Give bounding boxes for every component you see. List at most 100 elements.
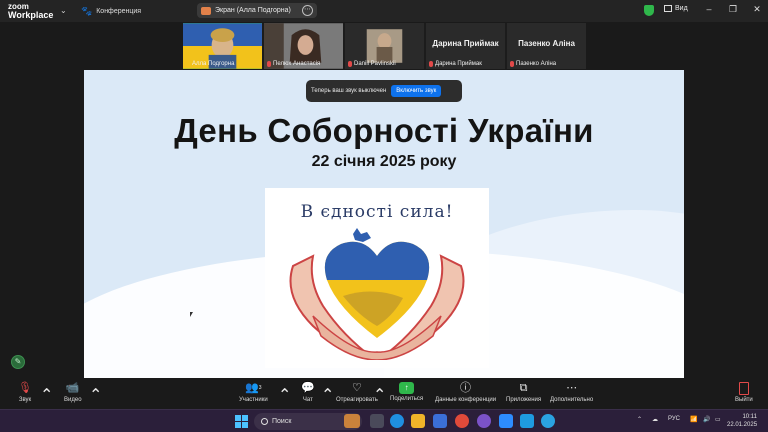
mute-notification: Теперь ваш звук выключен Включить звук <box>306 80 462 102</box>
more-button[interactable]: ⋯ Дополнительно <box>550 381 593 403</box>
search-icon <box>261 418 268 425</box>
volume-icon[interactable]: 🔊 <box>703 416 710 423</box>
participant-tile[interactable]: Пелюх Анастасія <box>264 23 343 69</box>
mouse-cursor-icon <box>190 312 193 317</box>
participant-name: Алла Подгорна <box>186 61 234 67</box>
unmute-button[interactable]: Включить звук <box>391 85 442 97</box>
chevron-up-icon[interactable]: ⌃ <box>373 385 386 405</box>
system-clock[interactable]: 10:11 22.01.2025 <box>727 413 757 429</box>
shared-screen: День Соборності України 22 січня 2025 ро… <box>84 70 684 378</box>
participant-tile[interactable]: Алла Подгорна <box>183 23 262 69</box>
clock-date: 22.01.2025 <box>727 422 758 428</box>
windows-start-icon[interactable] <box>234 414 248 428</box>
react-button[interactable]: ♡ Отреагировать <box>336 381 378 403</box>
app-icon[interactable] <box>520 414 534 428</box>
participant-tile[interactable]: Пазенко Аліна Пазенко Аліна <box>507 23 586 69</box>
apps-button[interactable]: ⧉ Приложения <box>506 381 541 403</box>
chat-button[interactable]: 💬 Чат <box>301 381 315 403</box>
leave-label: Выйти <box>735 397 753 403</box>
mic-muted-icon <box>186 61 190 67</box>
mic-muted-icon <box>510 61 514 67</box>
chevron-up-icon[interactable]: ⌃ <box>89 385 102 405</box>
maximize-icon[interactable]: ❐ <box>726 4 740 15</box>
participant-tile[interactable]: Daniil Pavlinskii <box>345 23 424 69</box>
more-options-icon[interactable]: ⋯ <box>302 5 313 16</box>
participant-display-name: Пазенко Аліна <box>518 39 575 48</box>
participants-label: Участники <box>239 397 268 403</box>
view-label: Вид <box>675 5 688 12</box>
info-icon: ⓘ <box>460 382 472 394</box>
participant-name: Пелюх Анастасія <box>267 61 320 67</box>
screen-share-icon <box>201 6 211 15</box>
slide-motto: В єдності сила! <box>300 202 454 222</box>
edge-browser-icon[interactable] <box>390 414 404 428</box>
mic-muted-icon: 🎙 <box>18 382 32 394</box>
file-explorer-icon[interactable] <box>411 414 425 428</box>
store-icon[interactable] <box>433 414 447 428</box>
mic-muted-icon <box>429 61 433 67</box>
slide-subtitle: 22 січня 2025 року <box>311 153 457 170</box>
tray-chevron-up-icon[interactable]: ⌃ <box>637 416 642 423</box>
telegram-icon[interactable] <box>541 414 555 428</box>
participant-display-name: Дарина Приймак <box>432 39 499 48</box>
notification-text: Теперь ваш звук выключен <box>311 88 387 94</box>
meeting-info-button[interactable]: ⓘ Данные конференции <box>435 381 496 403</box>
share-label: Поделиться <box>390 396 424 402</box>
search-placeholder: Поиск <box>272 418 292 425</box>
wifi-icon[interactable]: 📶 <box>690 416 697 423</box>
slide-illustration: В єдності сила! <box>265 188 489 368</box>
viber-icon[interactable] <box>477 414 491 428</box>
mic-muted-icon <box>348 61 352 67</box>
apps-icon: ⧉ <box>519 382 528 394</box>
leave-icon <box>738 382 749 395</box>
participant-name: Daniil Pavlinskii <box>348 61 396 67</box>
audio-label: Звук <box>18 397 32 403</box>
security-shield-icon[interactable] <box>644 5 654 16</box>
screen-share-indicator[interactable]: Экран (Алла Подгорна) ⋯ <box>197 3 317 18</box>
leave-button[interactable]: Выйти <box>735 381 753 403</box>
participant-tile[interactable]: Дарина Приймак Дарина Приймак <box>426 23 505 69</box>
language-indicator[interactable]: РУС <box>668 416 680 422</box>
zoom-logo: zoom Workplace <box>8 2 53 20</box>
chevron-up-icon[interactable]: ⌃ <box>321 385 334 405</box>
chat-label: Чат <box>302 397 313 403</box>
logo-line2: Workplace <box>8 10 54 20</box>
grid-icon <box>664 5 672 12</box>
video-button[interactable]: 📹 Видео <box>64 381 82 403</box>
meeting-info-label: Данные конференции <box>435 397 497 403</box>
chevron-up-icon[interactable]: ⌃ <box>278 385 291 405</box>
meeting-toolbar: 🎙 Звук ⌃ 📹 Видео ⌃ 👥3 Участники ⌃ 💬 Чат … <box>0 379 768 409</box>
share-screen-icon: ↑ <box>399 382 415 394</box>
view-button[interactable]: Вид <box>664 5 688 12</box>
react-label: Отреагировать <box>336 397 378 403</box>
participant-name: Дарина Приймак <box>429 61 482 67</box>
screen-share-label: Экран (Алла Подгорна) <box>215 7 291 14</box>
hands-heart-illustration <box>289 228 465 360</box>
apps-label: Приложения <box>506 397 542 403</box>
participants-icon: 👥3 <box>245 382 262 394</box>
meeting-menu[interactable]: 🐾 Конференция <box>81 5 141 18</box>
clock-time: 10:11 <box>742 414 758 420</box>
chevron-down-icon[interactable]: ⌄ <box>60 6 67 15</box>
chrome-browser-icon[interactable] <box>455 414 469 428</box>
title-bar: zoom Workplace ⌄ 🐾 Конференция Экран (Ал… <box>0 0 768 22</box>
paw-icon: 🐾 <box>81 6 93 16</box>
task-view-icon[interactable] <box>370 414 384 428</box>
mic-muted-icon <box>267 61 271 67</box>
chevron-up-icon[interactable]: ⌃ <box>40 385 53 405</box>
battery-icon[interactable]: ▭ <box>715 416 721 423</box>
annotate-pen-icon[interactable]: ✎ <box>11 355 25 369</box>
zoom-app-icon[interactable] <box>499 414 513 428</box>
close-icon[interactable]: ✕ <box>750 4 764 15</box>
search-highlight-icon[interactable] <box>344 414 360 428</box>
participants-count: 3 <box>258 385 262 391</box>
minimize-icon[interactable]: – <box>702 4 716 14</box>
audio-button[interactable]: 🎙 Звук <box>18 381 32 403</box>
windows-taskbar: Поиск ⌃ ☁ РУС 📶 🔊 ▭ 10:11 22.01.2025 <box>0 409 768 432</box>
participants-button[interactable]: 👥3 Участники <box>239 381 268 403</box>
camera-icon: 📹 <box>65 382 80 394</box>
participant-name: Пазенко Аліна <box>510 61 556 67</box>
slide-title: День Соборності України <box>174 112 594 149</box>
share-button[interactable]: ↑ Поделиться <box>390 381 423 402</box>
onedrive-icon[interactable]: ☁ <box>652 416 658 423</box>
